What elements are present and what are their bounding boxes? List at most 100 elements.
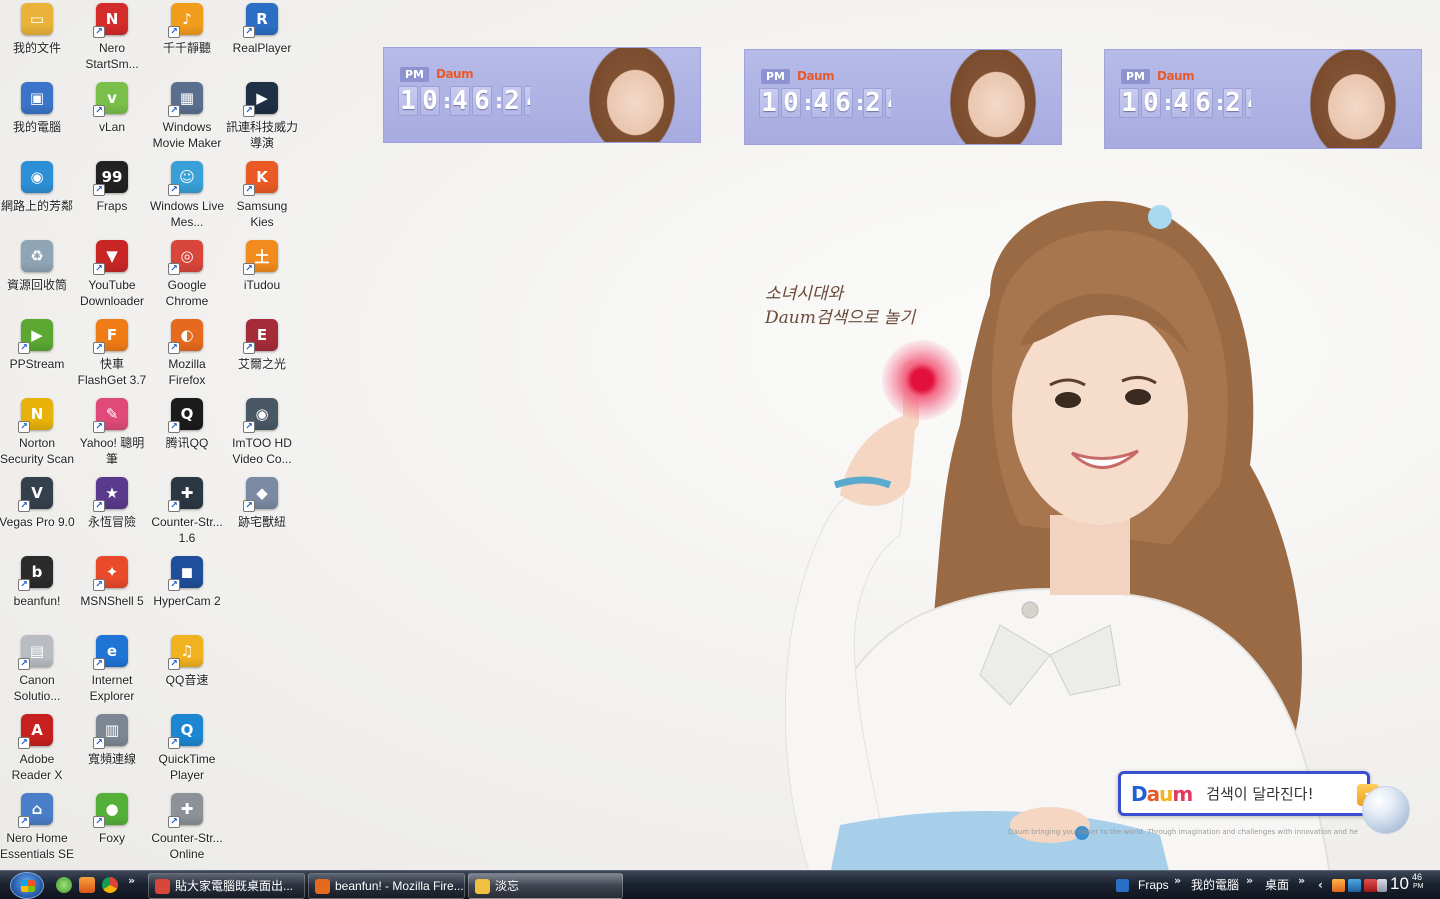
clock-separator: : [495, 89, 503, 113]
desktop-icon[interactable]: Q ↗ 腾讯QQ [150, 395, 224, 471]
desktop-icon[interactable]: ● ↗ Foxy [75, 790, 149, 866]
tray-qq-icon[interactable] [1332, 879, 1345, 892]
clock-widget-1[interactable]: PM Daum 10:46:24 [383, 47, 701, 143]
desktop-icon[interactable]: ✚ ↗ Counter-Str... Online [150, 790, 224, 866]
shortcut-arrow-icon: ↗ [168, 184, 180, 196]
tray-network-icon[interactable] [1348, 879, 1361, 892]
tray-volume-icon[interactable] [1377, 879, 1387, 892]
desktop-icon[interactable]: N ↗ Nero StartSm... [75, 0, 149, 76]
clock-brand: Daum [436, 67, 474, 81]
fraps-icon: 99 ↗ [93, 161, 128, 196]
quicklaunch-vlan-icon[interactable] [56, 877, 72, 893]
toolbar-fraps-chevron-icon[interactable]: » [1174, 874, 1181, 887]
desktop-icon[interactable]: ✎ ↗ Yahoo! 聰明筆 [75, 395, 149, 471]
canon-icon: ▤ ↗ [18, 635, 53, 670]
desktop-icon[interactable]: ▥ ↗ 寬頻連線 [75, 711, 149, 787]
firefox-task-icon [315, 879, 330, 894]
desktop-icon[interactable]: ♫ ↗ QQ音速 [150, 632, 224, 708]
desktop-icon[interactable]: b ↗ beanfun! [0, 553, 74, 629]
desktop-icon[interactable]: 99 ↗ Fraps [75, 158, 149, 234]
desktop-icon[interactable]: ◉ ↗ ImTOO HD Video Co... [225, 395, 299, 471]
fraps-toolbar-icon[interactable] [1116, 879, 1129, 892]
toolbar-fraps[interactable]: Fraps [1138, 871, 1169, 899]
shortcut-arrow-icon: ↗ [93, 421, 105, 433]
desktop-icon[interactable]: F ↗ 快車 FlashGet 3.7 [75, 316, 149, 392]
shortcut-arrow-icon: ↗ [243, 105, 255, 117]
desktop-icon[interactable]: N ↗ Norton Security Scan [0, 395, 74, 471]
desktop-icon[interactable]: ◎ ↗ Google Chrome [150, 237, 224, 313]
desktop-icon[interactable]: ♻ 資源回收筒 [0, 237, 74, 313]
desktop-icon[interactable]: ✚ ↗ Counter-Str... 1.6 [150, 474, 224, 550]
cs-online-icon: ✚ ↗ [168, 793, 203, 828]
desktop-icon[interactable]: ▤ ↗ Canon Solutio... [0, 632, 74, 708]
taskbar-button[interactable]: 貼大家電腦既桌面出... [148, 873, 305, 899]
desktop-icon[interactable]: ▶ ↗ 訊連科技威力導演 [225, 79, 299, 155]
desktop-icon-label: 訊連科技威力導演 [225, 120, 298, 150]
tray-expand-chevron-icon[interactable]: ‹ [1318, 878, 1323, 892]
desktop-icon[interactable]: ☺ ↗ Windows Live Mes... [150, 158, 224, 234]
toolbar-my-computer[interactable]: 我的電腦 [1191, 871, 1239, 899]
clock-digits: 10:46:24 [1119, 88, 1267, 118]
shortcut-arrow-icon: ↗ [18, 342, 30, 354]
clock-widget-3[interactable]: PM Daum 10:46:24 [1104, 49, 1422, 149]
desktop-icon[interactable]: A ↗ Adobe Reader X [0, 711, 74, 787]
taskbar-clock[interactable]: 10 46 PM [1390, 872, 1424, 894]
shortcut-arrow-icon: ↗ [168, 105, 180, 117]
quicklaunch-chrome-icon[interactable] [102, 877, 118, 893]
desktop-icon[interactable]: e ↗ Internet Explorer [75, 632, 149, 708]
desktop-icon-label: Windows Live Mes... [149, 199, 225, 229]
desktop-icon[interactable]: K ↗ Samsung Kies [225, 158, 299, 234]
bubble-icon [1362, 786, 1410, 834]
tray-security-icon[interactable] [1364, 879, 1377, 892]
desktop-icon[interactable]: ◐ ↗ Mozilla Firefox [150, 316, 224, 392]
desktop-icon[interactable]: ▭ 我的文件 [0, 0, 74, 76]
clock-portrait [891, 50, 1061, 144]
desktop-icon[interactable]: ▣ 我的電腦 [0, 79, 74, 155]
quicklaunch-flashget-icon[interactable] [79, 877, 95, 893]
shortcut-arrow-icon: ↗ [243, 263, 255, 275]
norton-icon: N ↗ [18, 398, 53, 433]
yahoo-pen-icon: ✎ ↗ [93, 398, 128, 433]
desktop-icon[interactable]: ★ ↗ 永恆冒險 [75, 474, 149, 550]
desktop-icon[interactable]: ▦ ↗ Windows Movie Maker [150, 79, 224, 155]
clock-ampm: PM [400, 67, 430, 82]
clock-digit: 1 [398, 86, 418, 116]
desktop-icon[interactable]: E ↗ 艾爾之光 [225, 316, 299, 392]
desktop-icon[interactable]: R ↗ RealPlayer [225, 0, 299, 76]
desktop-icon[interactable]: 土 ↗ iTudou [225, 237, 299, 313]
desktop-icon[interactable]: ◆ ↗ 跡宅獸紐 [225, 474, 299, 550]
toolbar-desktop-chevron-icon[interactable]: » [1298, 874, 1305, 887]
desktop-icon-label: HyperCam 2 [153, 594, 221, 608]
desktop-icon-label: Yahoo! 聰明筆 [79, 436, 145, 466]
desktop-icon[interactable]: ◉ 網路上的芳鄰 [0, 158, 74, 234]
desktop-icon-label: Nero Home Essentials SE [0, 831, 75, 861]
desktop-icon[interactable]: Q ↗ QuickTime Player [150, 711, 224, 787]
recycle-bin-icon: ♻ [21, 240, 53, 272]
toolbar-my-computer-chevron-icon[interactable]: » [1246, 874, 1253, 887]
desktop-icon-label: Google Chrome [165, 278, 209, 308]
desktop-icon[interactable]: ▼ ↗ YouTube Downloader [75, 237, 149, 313]
start-button[interactable] [10, 872, 44, 899]
desktop-icon-label: Mozilla Firefox [168, 357, 206, 387]
desktop-icon[interactable]: V ↗ Vegas Pro 9.0 [0, 474, 75, 550]
desktop-icon[interactable]: ♪ ↗ 千千靜聽 [150, 0, 224, 76]
desktop-icon[interactable]: ⌂ ↗ Nero Home Essentials SE [0, 790, 74, 866]
desktop-icon[interactable]: ▶ ↗ PPStream [0, 316, 74, 392]
desktop-icon-label: QQ音速 [165, 673, 209, 687]
clock-ampm: PM [1121, 69, 1151, 84]
desktop-icon[interactable]: ◼ ↗ HyperCam 2 [150, 553, 224, 629]
toolbar-desktop[interactable]: 桌面 [1265, 871, 1289, 899]
desktop-icon[interactable]: v ↗ vLan [75, 79, 149, 155]
desktop-icon-label: Nero StartSm... [85, 41, 139, 71]
taskbar-button-label: 貼大家電腦既桌面出... [175, 879, 294, 893]
clock-widget-2[interactable]: PM Daum 10:46:24 [744, 49, 1062, 145]
vegas-icon: V ↗ [18, 477, 53, 512]
taskbar-button[interactable]: 淡忘 [468, 873, 623, 899]
quicklaunch-overflow-chevron-icon[interactable]: » [128, 874, 135, 887]
clock-digit: 6 [833, 88, 853, 118]
shortcut-arrow-icon: ↗ [243, 421, 255, 433]
daum-search-widget[interactable]: Daum 검색이 달라진다! ▾ [1118, 771, 1379, 816]
desktop-icon[interactable]: ✦ ↗ MSNShell 5 [75, 553, 149, 629]
taskbar-button[interactable]: beanfun! - Mozilla Fire... [308, 873, 465, 899]
desktop-icon-label: 寬頻連線 [87, 752, 136, 766]
